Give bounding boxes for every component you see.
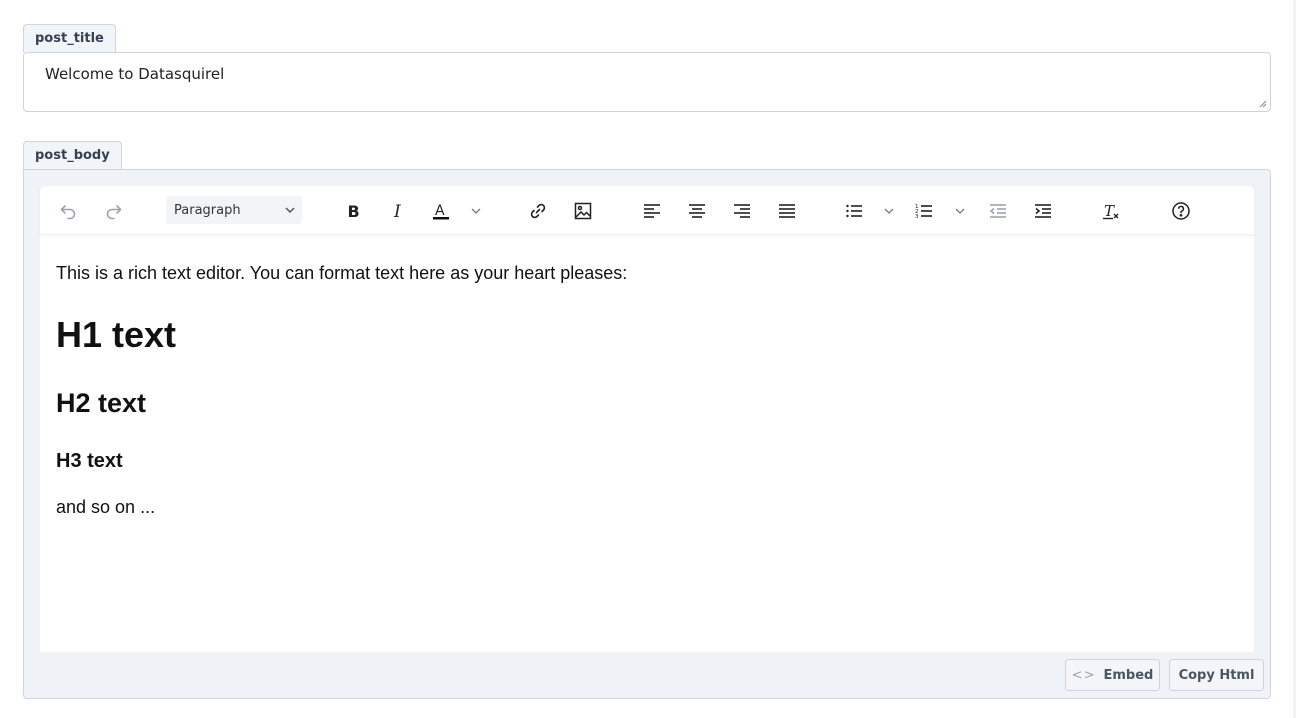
bold-icon[interactable]: B bbox=[339, 197, 367, 225]
align-justify-icon[interactable] bbox=[773, 197, 801, 225]
post-body-label: post_body bbox=[23, 141, 122, 169]
bullet-list-icon[interactable] bbox=[840, 197, 868, 225]
block-format-value: Paragraph bbox=[174, 202, 241, 218]
copy-html-button[interactable]: Copy Html bbox=[1169, 659, 1264, 691]
rich-text-editor: Paragraph B I A 1 2 3 T This is a rich t… bbox=[40, 186, 1254, 652]
resize-grip-icon[interactable] bbox=[1259, 100, 1267, 108]
numbered-list-chevron-icon[interactable] bbox=[953, 201, 967, 221]
align-center-icon[interactable] bbox=[683, 197, 711, 225]
image-icon[interactable] bbox=[569, 197, 597, 225]
embed-label: Embed bbox=[1103, 667, 1154, 683]
block-format-select[interactable]: Paragraph bbox=[166, 196, 302, 224]
outro-paragraph: and so on ... bbox=[56, 497, 156, 517]
heading-3: H3 text bbox=[56, 450, 123, 472]
align-left-icon[interactable] bbox=[638, 197, 666, 225]
indent-icon[interactable] bbox=[1029, 197, 1057, 225]
copy-html-label: Copy Html bbox=[1178, 667, 1255, 683]
code-icon: <> bbox=[1071, 667, 1096, 683]
svg-text:3: 3 bbox=[915, 214, 919, 220]
redo-icon[interactable] bbox=[100, 197, 128, 225]
post-title-label: post_title bbox=[23, 24, 116, 52]
post-title-value: Welcome to Datasquirel bbox=[45, 65, 225, 83]
outdent-icon[interactable] bbox=[984, 197, 1012, 225]
bullet-list-chevron-icon[interactable] bbox=[882, 201, 896, 221]
text-color-icon[interactable]: A bbox=[427, 197, 455, 225]
heading-1: H1 text bbox=[56, 314, 177, 355]
post-body-panel: Paragraph B I A 1 2 3 T This is a rich t… bbox=[23, 169, 1271, 699]
svg-text:A: A bbox=[435, 203, 445, 219]
help-icon[interactable] bbox=[1167, 197, 1195, 225]
link-icon[interactable] bbox=[524, 197, 552, 225]
clear-formatting-icon[interactable]: T bbox=[1097, 197, 1125, 225]
heading-2: H2 text bbox=[56, 388, 147, 418]
svg-text:I: I bbox=[393, 202, 401, 221]
svg-text:T: T bbox=[1104, 202, 1115, 220]
align-right-icon[interactable] bbox=[728, 197, 756, 225]
post-title-input[interactable]: Welcome to Datasquirel bbox=[23, 52, 1271, 112]
undo-icon[interactable] bbox=[54, 197, 82, 225]
chevron-down-icon bbox=[285, 207, 295, 214]
editor-toolbar: Paragraph B I A 1 2 3 T bbox=[40, 186, 1254, 235]
embed-button[interactable]: <> Embed bbox=[1065, 659, 1160, 691]
numbered-list-icon[interactable]: 1 2 3 bbox=[910, 197, 938, 225]
intro-paragraph: This is a rich text editor. You can form… bbox=[56, 263, 628, 283]
text-color-chevron-icon[interactable] bbox=[469, 201, 483, 221]
svg-text:B: B bbox=[348, 202, 360, 221]
page: post_title Welcome to Datasquirel post_b… bbox=[0, 0, 1296, 718]
italic-icon[interactable]: I bbox=[384, 197, 412, 225]
